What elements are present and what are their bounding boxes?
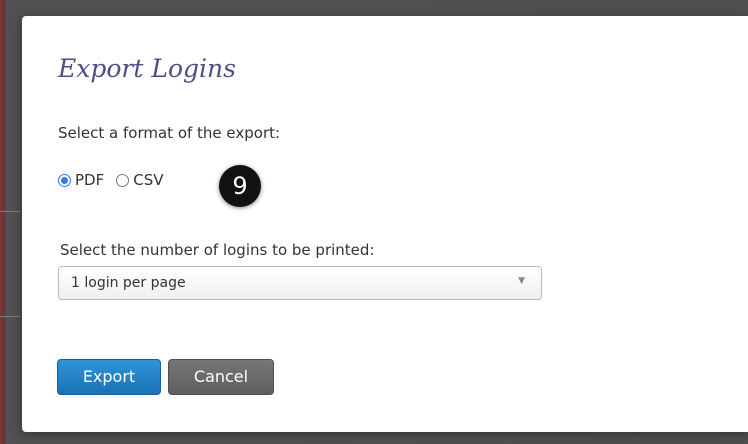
cancel-button[interactable]: Cancel — [168, 359, 274, 395]
select-value: 1 login per page — [71, 275, 186, 291]
chevron-down-icon: ▼ — [518, 276, 525, 286]
dialog-title: Export Logins — [58, 54, 236, 83]
logins-per-page-select[interactable]: 1 login per page ▼ — [58, 266, 542, 300]
export-button[interactable]: Export — [57, 359, 161, 395]
export-logins-dialog: Export Logins Select a format of the exp… — [22, 16, 748, 432]
pdf-radio-label[interactable]: PDF — [75, 171, 104, 189]
pdf-radio-button[interactable] — [58, 173, 71, 187]
step-number-badge: 9 — [219, 165, 261, 207]
format-label: Select a format of the export: — [58, 124, 281, 142]
background-divider — [0, 211, 20, 212]
csv-radio-label[interactable]: CSV — [133, 171, 163, 189]
csv-radio-button[interactable] — [116, 173, 130, 187]
logins-per-page-label: Select the number of logins to be printe… — [60, 241, 375, 259]
background-divider — [0, 316, 20, 317]
format-radio-group: PDF CSV — [58, 171, 176, 189]
